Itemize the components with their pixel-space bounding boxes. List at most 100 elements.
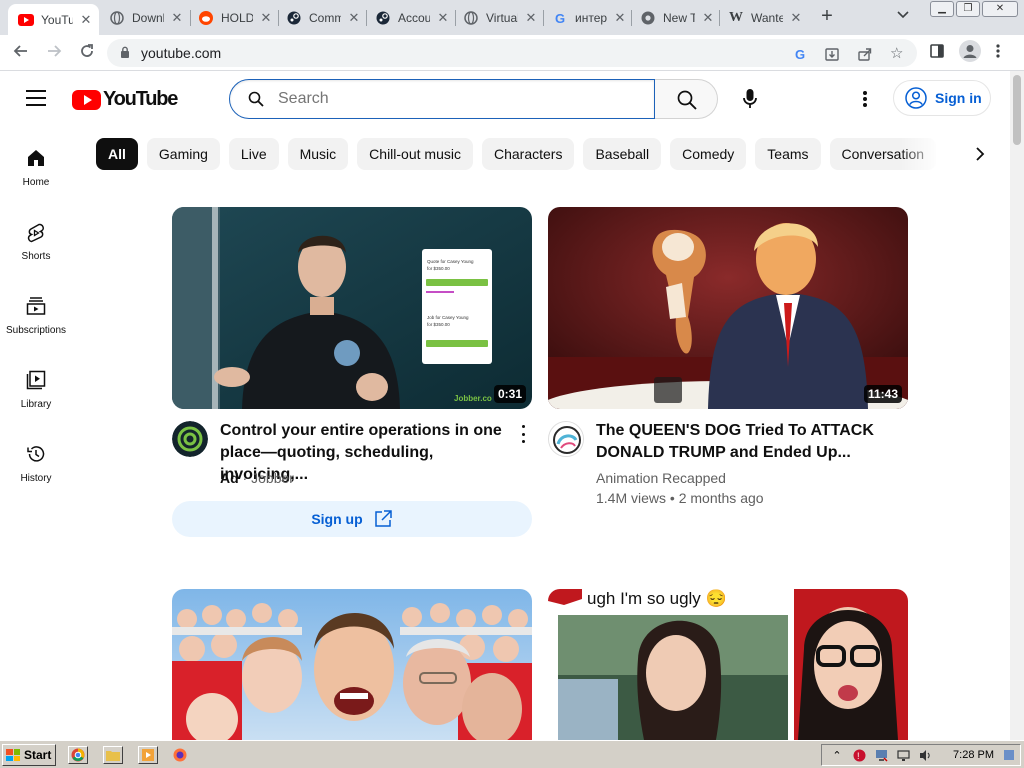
start-label: Start: [24, 748, 52, 762]
lock-icon[interactable]: [120, 46, 130, 58]
tab-title: Download: [132, 11, 164, 25]
tab-hold[interactable]: HOLD ✕: [188, 4, 279, 32]
close-icon[interactable]: ✕: [347, 10, 361, 26]
chip-live[interactable]: Live: [228, 138, 279, 170]
channel-name[interactable]: Animation Recapped: [596, 468, 726, 488]
ad-badge: Ad: [220, 470, 239, 486]
close-icon[interactable]: ✕: [524, 10, 538, 26]
close-icon[interactable]: ✕: [170, 10, 184, 26]
sidebar-item-shorts[interactable]: Shorts: [0, 214, 72, 284]
tab-google-search[interactable]: G интернет ✕: [542, 4, 633, 32]
close-icon[interactable]: ✕: [79, 12, 93, 28]
file-explorer-icon[interactable]: [103, 746, 123, 764]
reload-icon[interactable]: [77, 43, 97, 63]
bookmark-star-icon[interactable]: ☆: [890, 44, 903, 62]
close-icon[interactable]: ✕: [613, 10, 627, 26]
page-scrollbar[interactable]: [1010, 71, 1024, 740]
google-translate-icon[interactable]: G: [795, 47, 805, 62]
browser-menu-icon[interactable]: [996, 43, 1000, 63]
video-thumbnail[interactable]: 11:43: [548, 207, 908, 409]
sign-up-cta-button[interactable]: Sign up: [172, 501, 532, 537]
chrome-icon: [640, 10, 656, 26]
scrollbar-thumb[interactable]: [1013, 75, 1021, 145]
tab-community[interactable]: Community ✕: [276, 4, 367, 32]
thumb-quote-text: Quote for Casey Young: [427, 259, 474, 264]
firefox-icon[interactable]: [170, 746, 190, 764]
back-icon[interactable]: [11, 43, 31, 63]
video-title[interactable]: The QUEEN'S DOG Tried To ATTACK DONALD T…: [596, 420, 886, 464]
tab-wanted[interactable]: W Wanted ✕: [718, 4, 809, 32]
microphone-icon: [743, 89, 757, 108]
search-box[interactable]: [229, 79, 655, 119]
sidebar-item-subscriptions[interactable]: Subscriptions: [0, 288, 72, 358]
chip-comedy[interactable]: Comedy: [670, 138, 747, 170]
channel-name[interactable]: Jobber: [251, 470, 294, 486]
search-input[interactable]: [278, 88, 638, 110]
side-panel-icon[interactable]: [929, 43, 945, 63]
youtube-logo[interactable]: YouTube: [72, 88, 178, 111]
video-menu-icon[interactable]: [520, 425, 526, 443]
chip-chill-out-music[interactable]: Chill-out music: [357, 138, 473, 170]
tab-download[interactable]: Download ✕: [99, 4, 190, 32]
search-button[interactable]: [655, 79, 718, 119]
chip-characters[interactable]: Characters: [481, 138, 575, 170]
chip-music[interactable]: Music: [287, 138, 349, 170]
search-icon: [677, 90, 697, 110]
chrome-taskbar-icon[interactable]: [68, 746, 88, 764]
tab-title: Community: [309, 11, 341, 25]
address-bar[interactable]: youtube.com G ☆: [107, 39, 917, 67]
chip-teams[interactable]: Teams: [755, 138, 821, 170]
os-taskbar: Start ⌃ ! 7:28 PM: [0, 740, 1024, 768]
channel-avatar[interactable]: [548, 421, 584, 457]
display-tray-icon[interactable]: [896, 748, 910, 762]
close-window-icon[interactable]: ✕: [982, 1, 1018, 17]
chip-all[interactable]: All: [96, 138, 138, 170]
video-thumbnail[interactable]: Quote for Casey Young for $350.00 Job fo…: [172, 207, 532, 409]
close-icon[interactable]: ✕: [436, 10, 450, 26]
video-thumbnail[interactable]: [172, 589, 532, 740]
video-duration: 0:31: [493, 385, 526, 403]
network-tray-icon[interactable]: [874, 748, 888, 762]
tab-account[interactable]: Account ✕: [365, 4, 456, 32]
tab-title: HOLD: [221, 11, 253, 25]
video-thumbnail-image: [548, 589, 908, 740]
forward-icon[interactable]: [44, 43, 64, 63]
tab-title: Account: [398, 11, 430, 25]
profile-avatar-icon[interactable]: [959, 40, 981, 66]
new-tab-icon[interactable]: +: [817, 6, 837, 26]
tab-youtube[interactable]: YouTube ✕: [8, 4, 99, 35]
volume-tray-icon[interactable]: [918, 748, 932, 762]
install-app-icon[interactable]: [825, 47, 839, 64]
antivirus-tray-icon[interactable]: !: [852, 748, 866, 762]
chevron-right-icon[interactable]: [966, 140, 994, 168]
taskbar-clock[interactable]: 7:28 PM: [953, 749, 994, 761]
tray-expand-icon[interactable]: ⌃: [830, 748, 844, 762]
chip-baseball[interactable]: Baseball: [583, 138, 662, 170]
share-icon[interactable]: [858, 47, 872, 64]
start-button[interactable]: Start: [2, 744, 56, 766]
channel-avatar[interactable]: [172, 421, 208, 457]
chevron-down-icon[interactable]: [897, 8, 909, 22]
thumb-watermark: Jobber.co: [454, 394, 492, 403]
steam-icon: [375, 10, 391, 26]
close-icon[interactable]: ✕: [789, 10, 803, 26]
chip-gaming[interactable]: Gaming: [146, 138, 220, 170]
browser-toolbar: youtube.com G ☆: [0, 35, 1024, 71]
tab-new-tab[interactable]: New Tab ✕: [630, 4, 721, 32]
sidebar-item-library[interactable]: Library: [0, 362, 72, 432]
tab-virtual[interactable]: Virtual ✕: [453, 4, 544, 32]
settings-kebab-icon[interactable]: [855, 89, 875, 109]
voice-search-button[interactable]: [730, 79, 770, 119]
sidebar-item-home[interactable]: Home: [0, 140, 72, 210]
restore-icon[interactable]: ❐: [956, 1, 980, 17]
sign-in-button[interactable]: Sign in: [893, 80, 991, 116]
close-icon[interactable]: ✕: [259, 10, 273, 26]
minimize-icon[interactable]: ▁: [930, 1, 954, 17]
sidebar-item-history[interactable]: History: [0, 436, 72, 506]
media-player-icon[interactable]: [138, 746, 158, 764]
show-desktop-icon[interactable]: [1002, 748, 1016, 762]
youtube-icon: [18, 12, 34, 28]
menu-icon[interactable]: [26, 90, 46, 106]
close-icon[interactable]: ✕: [701, 10, 715, 26]
video-thumbnail[interactable]: ugh I'm so ugly 😔: [548, 589, 908, 740]
